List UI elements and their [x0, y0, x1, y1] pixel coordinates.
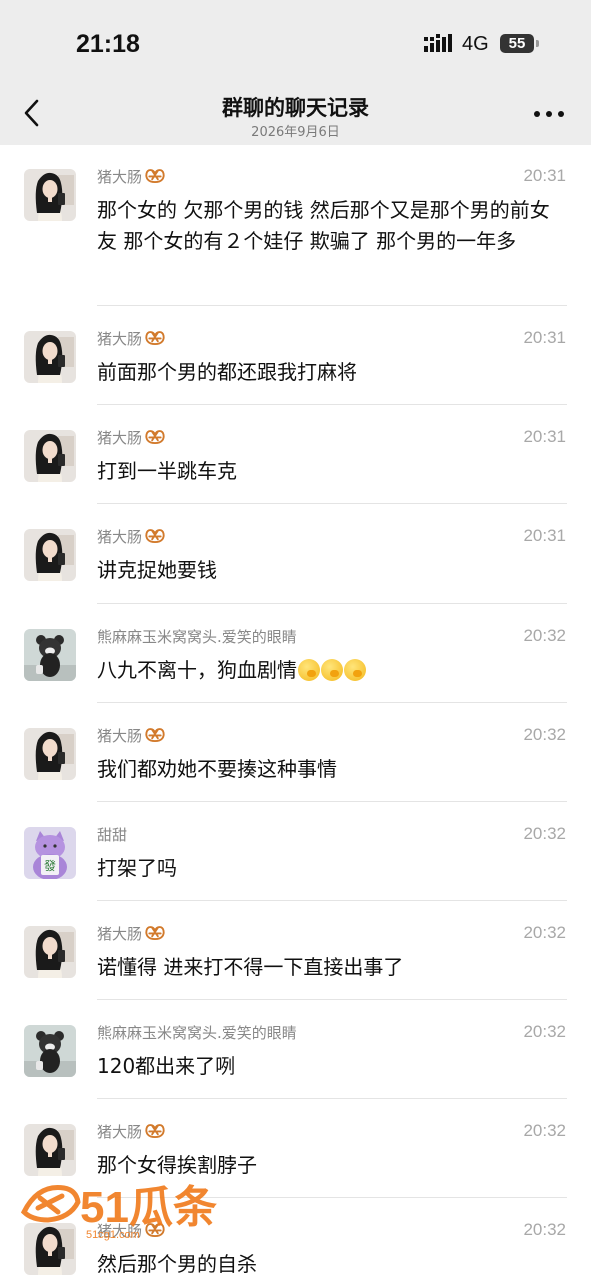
more-dot-icon: [558, 111, 564, 117]
sender-name: 猪大肠: [97, 923, 166, 944]
sender-name: 猪大肠: [97, 725, 166, 746]
network-type: 4G: [462, 33, 489, 55]
message-time: 20:32: [523, 923, 566, 942]
message-text: 我们都劝她不要揍这种事情: [97, 754, 567, 785]
message-divider: [97, 404, 567, 405]
watermark-logo: 51瓜条 51cg1.com: [20, 1183, 217, 1241]
sender-name-text: 猪大肠: [97, 168, 143, 186]
sender-name-text: 熊麻麻玉米窝窝头.爱笑的眼睛: [97, 628, 297, 646]
avatar-bear[interactable]: [24, 1025, 76, 1077]
avatar-girl[interactable]: [24, 529, 76, 581]
sender-name-text: 猪大肠: [97, 925, 143, 943]
more-dot-icon: [534, 111, 540, 117]
sender-name-text: 甜甜: [97, 826, 128, 844]
message-text-content: 打架了吗: [97, 856, 177, 880]
watermark-sub: 51cg1.com: [86, 1229, 140, 1241]
message-divider: [97, 305, 567, 306]
message-time: 20:32: [523, 725, 566, 744]
message-time: 20:31: [523, 166, 566, 185]
message-time: 20:31: [523, 427, 566, 446]
status-time: 21:18: [76, 30, 140, 58]
sender-name-text: 猪大肠: [97, 330, 143, 348]
message-text: 前面那个男的都还跟我打麻将: [97, 357, 567, 388]
pretzel-icon: [144, 924, 166, 941]
message-divider: [97, 900, 567, 901]
message-divider: [97, 801, 567, 802]
message-time: 20:32: [523, 824, 566, 843]
avatar-girl[interactable]: [24, 926, 76, 978]
sender-name: 猪大肠: [97, 427, 166, 448]
message-text-content: 诺懂得 进来打不得一下直接出事了: [97, 955, 404, 979]
message-text: 然后那个男的自杀: [97, 1249, 567, 1280]
more-dot-icon: [546, 111, 552, 117]
message-text: 打架了吗: [97, 853, 567, 884]
message-divider: [97, 702, 567, 703]
message-time: 20:32: [523, 1220, 566, 1239]
pretzel-icon: [144, 527, 166, 544]
message-text: 120都出来了咧: [97, 1051, 567, 1082]
thinking-emoji-icon: [298, 659, 320, 681]
sender-name-text: 猪大肠: [97, 528, 143, 546]
message-text: 诺懂得 进来打不得一下直接出事了: [97, 952, 567, 983]
avatar-cat[interactable]: [24, 827, 76, 879]
message-time: 20:32: [523, 1121, 566, 1140]
pretzel-icon: [144, 167, 166, 184]
battery-indicator: 55: [500, 34, 534, 53]
battery-tip: [536, 40, 539, 47]
avatar-girl[interactable]: [24, 1124, 76, 1176]
signal-icon: [424, 34, 452, 52]
pretzel-icon: [144, 1122, 166, 1139]
message-divider: [97, 1098, 567, 1099]
message-text: 那个女的 欠那个男的钱 然后那个又是那个男的前女友 那个女的有２个娃仔 欺骗了 …: [97, 195, 567, 257]
sender-name-text: 猪大肠: [97, 1123, 143, 1141]
avatar-bear[interactable]: [24, 629, 76, 681]
message-text-content: 我们都劝她不要揍这种事情: [97, 757, 337, 781]
avatar-girl[interactable]: [24, 331, 76, 383]
avatar-girl[interactable]: [24, 169, 76, 221]
page-title: 群聊的聊天记录: [222, 96, 369, 120]
message-text: 八九不离十，狗血剧情: [97, 655, 567, 686]
message-divider: [97, 999, 567, 1000]
message-time: 20:31: [523, 328, 566, 347]
message-text-content: 八九不离十，狗血剧情: [97, 658, 297, 682]
message-time: 20:31: [523, 526, 566, 545]
page-subtitle: 2026年9月6日: [251, 125, 340, 140]
message-time: 20:32: [523, 626, 566, 645]
more-options-button[interactable]: [534, 108, 566, 120]
sender-name: 猪大肠: [97, 166, 166, 187]
sender-name: 熊麻麻玉米窝窝头.爱笑的眼睛: [97, 626, 297, 647]
sender-name: 猪大肠: [97, 526, 166, 547]
message-text-content: 那个女的 欠那个男的钱 然后那个又是那个男的前女友 那个女的有２个娃仔 欺骗了 …: [97, 198, 550, 253]
message-text: 讲克捉她要钱: [97, 555, 567, 586]
thinking-emoji-icon: [321, 659, 343, 681]
message-text-content: 讲克捉她要钱: [97, 558, 217, 582]
watermark-brand: 51瓜条: [80, 1183, 217, 1232]
message-divider: [97, 503, 567, 504]
avatar-girl[interactable]: [24, 430, 76, 482]
thinking-emoji-icon: [344, 659, 366, 681]
sender-name: 甜甜: [97, 824, 127, 845]
message-text-content: 120都出来了咧: [97, 1054, 236, 1078]
sender-name-text: 猪大肠: [97, 429, 143, 447]
message-text-content: 然后那个男的自杀: [97, 1252, 257, 1276]
pretzel-icon: [144, 329, 166, 346]
sender-name-text: 熊麻麻玉米窝窝头.爱笑的眼睛: [97, 1024, 297, 1042]
avatar-girl[interactable]: [24, 728, 76, 780]
pretzel-icon: [144, 428, 166, 445]
sender-name-text: 猪大肠: [97, 727, 143, 745]
message-time: 20:32: [523, 1022, 566, 1041]
sender-name: 猪大肠: [97, 328, 166, 349]
sender-name: 猪大肠: [97, 1121, 166, 1142]
sender-name: 熊麻麻玉米窝窝头.爱笑的眼睛: [97, 1022, 297, 1043]
pretzel-icon: [144, 726, 166, 743]
message-text-content: 前面那个男的都还跟我打麻将: [97, 360, 357, 384]
message-divider: [97, 603, 567, 604]
message-text-content: 打到一半跳车克: [97, 459, 237, 483]
message-text: 打到一半跳车克: [97, 456, 567, 487]
